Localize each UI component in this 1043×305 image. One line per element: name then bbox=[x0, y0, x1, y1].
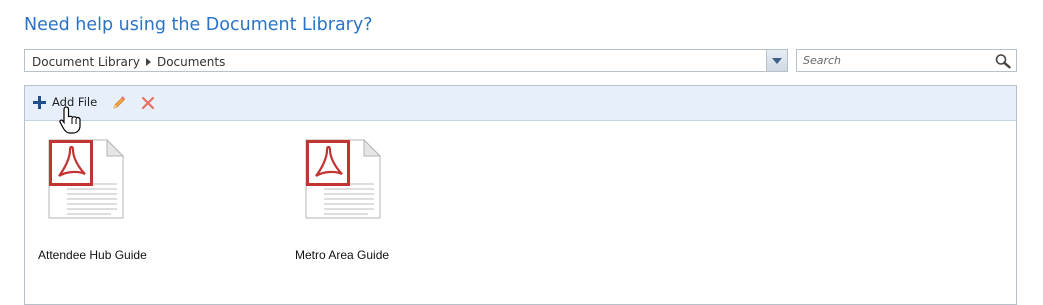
search-icon[interactable] bbox=[994, 53, 1012, 69]
search-box bbox=[796, 49, 1017, 72]
breadcrumb: Document Library Documents bbox=[32, 55, 225, 69]
breadcrumb-item[interactable]: Document Library bbox=[32, 55, 140, 69]
library-toolbar: Add File bbox=[25, 86, 1016, 121]
file-name[interactable]: Metro Area Guide bbox=[295, 248, 389, 262]
pencil-icon[interactable] bbox=[111, 95, 127, 111]
chevron-down-icon bbox=[772, 58, 782, 64]
file-item[interactable]: Attendee Hub Guide bbox=[25, 138, 225, 268]
dropdown-button[interactable] bbox=[766, 50, 787, 71]
add-file-label: Add File bbox=[52, 95, 98, 109]
delete-x-icon[interactable] bbox=[140, 95, 156, 111]
breadcrumb-arrow-icon bbox=[145, 58, 151, 66]
pdf-file-icon bbox=[48, 138, 125, 219]
file-name[interactable]: Attendee Hub Guide bbox=[38, 248, 147, 262]
document-library-panel: Add File Attendee Hub Guide Metro Area G… bbox=[24, 85, 1017, 305]
breadcrumb-item[interactable]: Documents bbox=[157, 55, 225, 69]
page-title: Need help using the Document Library? bbox=[24, 15, 373, 35]
search-input[interactable] bbox=[797, 50, 987, 71]
folder-path-dropdown[interactable]: Document Library Documents bbox=[24, 49, 788, 72]
file-item[interactable]: Metro Area Guide bbox=[282, 138, 482, 268]
pdf-file-icon bbox=[305, 138, 382, 219]
plus-icon bbox=[33, 95, 46, 109]
add-file-button[interactable]: Add File bbox=[33, 93, 97, 111]
